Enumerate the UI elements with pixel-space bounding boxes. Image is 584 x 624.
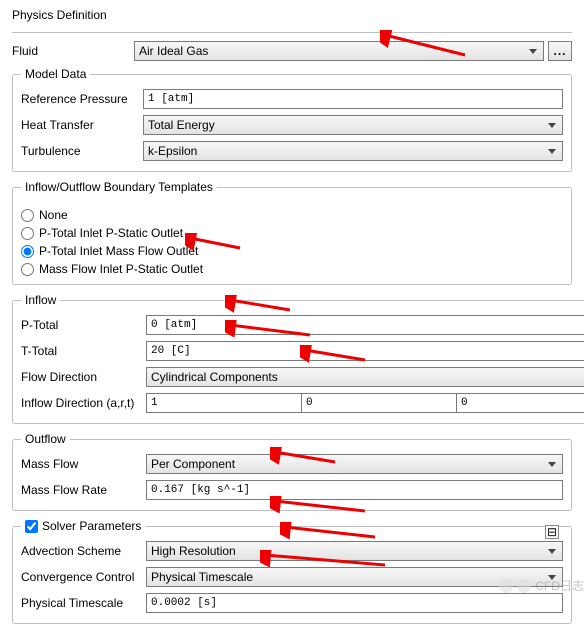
ref-pressure-label: Reference Pressure [21,92,143,106]
ptotal-input[interactable] [146,315,584,335]
solver-legend[interactable]: Solver Parameters [21,519,145,533]
mass-flow-rate-label: Mass Flow Rate [21,483,146,497]
advection-label: Advection Scheme [21,544,146,558]
model-data-group: Model Data Reference Pressure Heat Trans… [12,67,572,172]
turbulence-select[interactable]: k-Epsilon [143,141,563,161]
radio-none[interactable]: None [21,208,563,222]
divider [12,32,572,33]
physics-definition-panel: Physics Definition Fluid Air Ideal Gas .… [0,0,584,594]
fluid-value: Air Ideal Gas [139,44,208,58]
flow-direction-value: Cylindrical Components [151,370,278,384]
solver-parameters-group: Solver Parameters ⊟ Advection Scheme Hig… [12,519,572,624]
chevron-down-icon [548,149,556,154]
watermark: CFD日志 [499,577,584,594]
inflow-legend: Inflow [21,293,60,307]
fluid-select[interactable]: Air Ideal Gas [134,41,544,61]
advection-select[interactable]: High Resolution [146,541,563,561]
radio-ptotal-massflow[interactable]: P-Total Inlet Mass Flow Outlet [21,244,563,258]
panel-title: Physics Definition [12,8,572,22]
inflow-group: Inflow P-Total T-Total Flow Direction Cy… [12,293,584,424]
ttotal-input[interactable] [146,341,584,361]
inflow-direction-label: Inflow Direction (a,r,t) [21,396,146,410]
timescale-input[interactable] [146,593,563,613]
outflow-group: Outflow Mass Flow Per Component Mass Flo… [12,432,572,511]
convergence-label: Convergence Control [21,570,146,584]
ttotal-label: T-Total [21,344,146,358]
mass-flow-rate-input[interactable] [146,480,563,500]
collapse-button[interactable]: ⊟ [545,525,559,539]
inflow-dir-r-input[interactable] [301,393,456,413]
fluid-label: Fluid [12,44,134,58]
turbulence-value: k-Epsilon [148,144,197,158]
advection-value: High Resolution [151,544,236,558]
inflow-dir-t-input[interactable] [456,393,584,413]
boundary-templates-group: Inflow/Outflow Boundary Templates None P… [12,180,572,285]
chevron-down-icon [548,549,556,554]
convergence-value: Physical Timescale [151,570,253,584]
chevron-down-icon [548,123,556,128]
mass-flow-label: Mass Flow [21,457,146,471]
timescale-label: Physical Timescale [21,596,146,610]
heat-transfer-value: Total Energy [148,118,215,132]
flow-direction-label: Flow Direction [21,370,146,384]
radio-ptotal-pstatic[interactable]: P-Total Inlet P-Static Outlet [21,226,563,240]
mass-flow-value: Per Component [151,457,235,471]
radio-massflow-pstatic[interactable]: Mass Flow Inlet P-Static Outlet [21,262,563,276]
fluid-browse-button[interactable]: ... [548,41,572,61]
turbulence-label: Turbulence [21,144,143,158]
ref-pressure-input[interactable] [143,89,563,109]
solver-checkbox[interactable] [25,520,38,533]
chevron-down-icon [548,462,556,467]
chevron-down-icon [529,49,537,54]
flow-direction-select[interactable]: Cylindrical Components [146,367,584,387]
mass-flow-select[interactable]: Per Component [146,454,563,474]
inflow-dir-a-input[interactable] [146,393,301,413]
heat-transfer-select[interactable]: Total Energy [143,115,563,135]
model-data-legend: Model Data [21,67,90,81]
boundary-legend: Inflow/Outflow Boundary Templates [21,180,217,194]
heat-transfer-label: Heat Transfer [21,118,143,132]
ptotal-label: P-Total [21,318,146,332]
outflow-legend: Outflow [21,432,70,446]
